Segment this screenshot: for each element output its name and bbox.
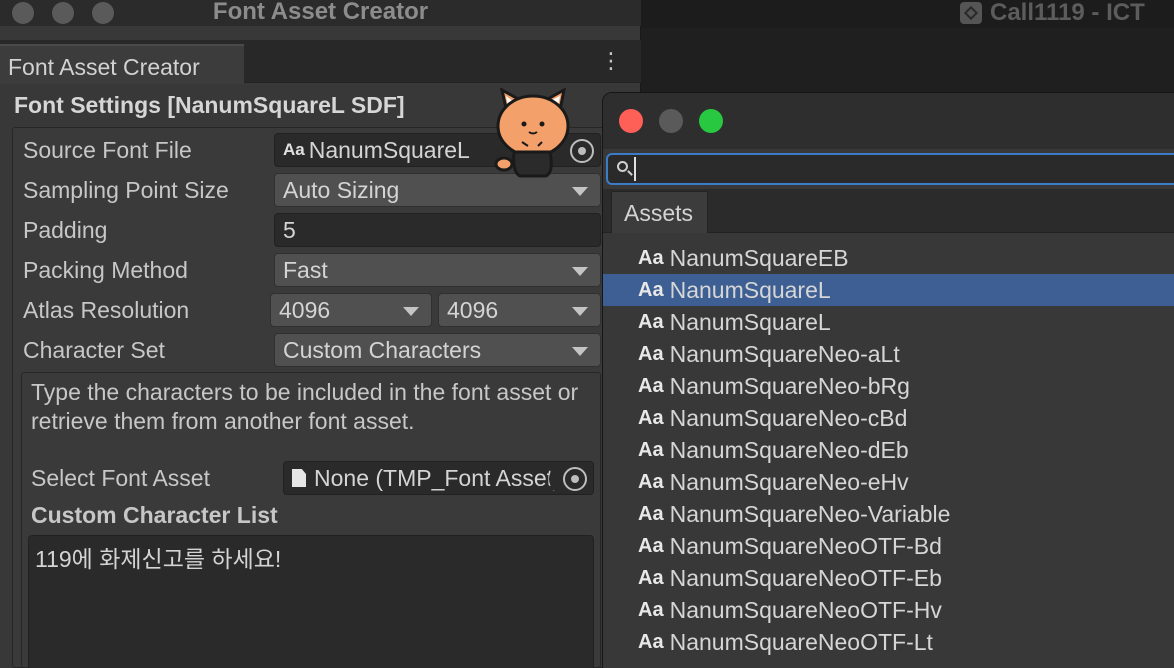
document-icon [292,469,306,487]
list-item-label: NanumSquareNeo-Variable [669,500,951,527]
packing-method-label: Packing Method [23,257,188,283]
screen: Call1119 - ICT Font Asset Creator Font A… [0,0,1174,668]
font-file-icon: Aa [638,342,664,365]
list-item[interactable]: Aa NanumSquareNeoOTF-Lt [603,626,1174,658]
source-font-file-value: NanumSquareL [308,136,470,163]
source-font-file-label: Source Font File [23,137,192,163]
background-window-title: Call1119 - ICT [960,0,1145,26]
chevron-down-icon [572,307,588,316]
packing-method-dropdown[interactable]: Fast [274,253,601,287]
section-header: Font Settings [NanumSquareL SDF] [14,92,405,118]
font-file-icon: Aa [638,246,664,269]
font-file-icon: Aa [638,502,664,525]
font-file-icon: Aa [638,470,664,493]
padding-input[interactable]: 5 [274,213,601,247]
list-item-label: NanumSquareNeo-bRg [669,372,910,399]
character-set-value: Custom Characters [283,336,482,363]
font-file-icon: Aa [638,406,664,429]
list-item[interactable]: Aa NanumSquareNeo-cBd [603,402,1174,434]
list-item-label: NanumSquareNeoOTF-Lt [669,628,933,655]
sampling-point-size-label: Sampling Point Size [23,177,229,203]
list-item[interactable]: Aa NanumSquareL [603,306,1174,338]
list-item[interactable]: Aa NanumSquareNeoOTF-Bd [603,530,1174,562]
object-picker-icon[interactable] [563,467,587,491]
list-item[interactable]: Aa NanumSquareEB [603,242,1174,274]
help-text: Type the characters to be included in th… [31,379,579,434]
font-file-icon: Aa [638,374,664,397]
search-icon [617,161,628,172]
list-item[interactable]: Aa NanumSquareNeo-aLt [603,338,1174,370]
list-item[interactable]: Aa NanumSquareL [603,274,1174,306]
list-item[interactable]: Aa NanumSquareNeo-bRg [603,370,1174,402]
font-file-icon: Aa [638,630,664,653]
character-set-dropdown[interactable]: Custom Characters [274,333,601,367]
list-item-label: NanumSquareNeo-aLt [669,340,900,367]
list-item-label: NanumSquareNeo-dEb [669,436,909,463]
chevron-down-icon [572,187,588,196]
minimize-window-button[interactable] [659,109,683,133]
font-file-icon: Aa [638,566,664,589]
tab-strip: Font Asset Creator ⋮ [0,40,641,84]
padding-label: Padding [23,217,108,243]
list-item-label: NanumSquareEB [669,244,849,271]
search-input[interactable] [634,157,1134,181]
list-item[interactable]: Aa NanumSquareNeoOTF-Eb [603,562,1174,594]
list-item[interactable]: Aa NanumSquareNeo-dEb [603,434,1174,466]
list-item[interactable]: Aa NanumSquareNeoOTF-Hv [603,594,1174,626]
tab-assets[interactable]: Assets [611,191,708,233]
atlas-width-value: 4096 [279,296,331,323]
list-item-label: NanumSquareNeoOTF-Eb [669,564,942,591]
picker-tab-strip: Assets [603,189,1174,233]
custom-character-list-textarea[interactable]: 119에 화제신고를 하세요! [28,535,594,668]
packing-method-value: Fast [283,256,328,283]
window-title: Font Asset Creator [212,0,429,25]
search-bar[interactable] [606,153,1174,185]
atlas-width-dropdown[interactable]: 4096 [270,293,432,327]
select-font-asset-field[interactable]: None (TMP_Font Asset) [283,461,594,495]
character-set-label: Character Set [23,337,165,363]
atlas-height-dropdown[interactable]: 4096 [438,293,601,327]
select-font-asset-value: None (TMP_Font Asset) [314,464,561,491]
list-item-label: NanumSquareNeo-eHv [669,468,909,495]
more-options-icon[interactable]: ⋮ [600,50,622,74]
tab-font-asset-creator[interactable]: Font Asset Creator [0,44,244,84]
font-file-icon: Aa [638,438,664,461]
list-item-label: NanumSquareNeoOTF-Bd [669,532,942,559]
window-titlebar: Font Asset Creator [0,0,641,26]
custom-character-list-label: Custom Character List [31,502,278,528]
unity-app-icon [960,2,982,24]
zoom-window-button[interactable] [699,109,723,133]
list-item-label: NanumSquareL [669,276,831,303]
picker-titlebar [603,93,1174,149]
mascot-sticker [494,88,570,178]
atlas-resolution-label: Atlas Resolution [23,297,190,323]
font-file-icon: Aa [638,278,664,301]
background-window-title-text: Call1119 - ICT [990,0,1145,26]
font-file-icon: Aa [283,140,305,159]
list-item-label: NanumSquareNeo-cBd [669,404,908,431]
close-window-button[interactable] [619,109,643,133]
sampling-point-size-value: Auto Sizing [283,176,400,203]
font-file-icon: Aa [638,534,664,557]
list-item[interactable]: Aa NanumSquareNeo-eHv [603,466,1174,498]
atlas-height-value: 4096 [447,296,499,323]
chevron-down-icon [572,347,588,356]
chevron-down-icon [572,267,588,276]
font-picker-window: Assets Aa NanumSquareEB Aa NanumSquareL Aa Na… [602,92,1174,668]
font-file-icon: Aa [638,598,664,621]
list-item-label: NanumSquareL [669,308,831,335]
list-item[interactable]: Aa NanumSquareNeo-Variable [603,498,1174,530]
list-item-label: NanumSquareNeoOTF-Hv [669,596,942,623]
asset-list: Aa NanumSquareEB Aa NanumSquareL Aa NanumSqua… [603,233,1174,668]
font-file-icon: Aa [638,310,664,333]
chevron-down-icon [403,307,419,316]
select-font-asset-label: Select Font Asset [31,465,210,491]
